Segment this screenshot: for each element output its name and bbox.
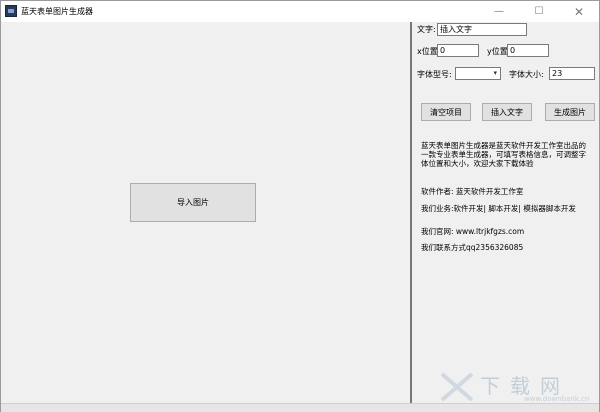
x-position-input[interactable] (437, 44, 479, 57)
watermark: 下载网 www.downbank.cn (440, 368, 596, 408)
maximize-button[interactable]: ☐ (519, 1, 559, 22)
website-info: 我们官网: www.ltrjkfgzs.com (421, 227, 525, 236)
chevron-down-icon: ▾ (493, 69, 497, 77)
minimize-button[interactable]: — (479, 1, 519, 22)
app-description: 蓝天表单图片生成器是蓝天软件开发工作室出品的一款专业表单生成器，可填写表格信息，… (421, 141, 586, 168)
x-position-label: x位置 (417, 47, 438, 56)
font-size-input[interactable] (549, 67, 595, 80)
settings-panel: 文字: x位置 y位置 字体型号: ▾ 字体大小: 清空项目 插入文字 生成图片… (413, 22, 599, 403)
text-input[interactable] (437, 23, 527, 36)
y-position-input[interactable] (507, 44, 549, 57)
business-info: 我们业务:软件开发| 脚本开发| 模拟器脚本开发 (421, 204, 576, 213)
title-bar[interactable]: 蓝天表单图片生成器 — ☐ ✕ (1, 1, 599, 22)
close-button[interactable]: ✕ (559, 1, 599, 22)
clear-items-button[interactable]: 清空项目 (421, 103, 471, 121)
app-window: 蓝天表单图片生成器 — ☐ ✕ 导入图片 文字: x位置 y位置 字体型号: ▾… (0, 0, 600, 412)
pane-divider[interactable] (410, 22, 412, 403)
watermark-url: www.downbank.cn (524, 395, 590, 403)
image-canvas-area: 导入图片 (1, 22, 409, 403)
watermark-logo-icon (440, 372, 474, 402)
insert-text-button[interactable]: 插入文字 (482, 103, 532, 121)
window-title: 蓝天表单图片生成器 (21, 7, 93, 16)
import-image-button[interactable]: 导入图片 (130, 183, 256, 222)
y-position-label: y位置 (487, 47, 508, 56)
font-type-select[interactable]: ▾ (455, 67, 501, 80)
text-label: 文字: (417, 25, 436, 34)
app-icon (5, 5, 17, 17)
author-info: 软件作者: 蓝天软件开发工作室 (421, 187, 524, 196)
font-size-label: 字体大小: (509, 70, 544, 79)
font-type-label: 字体型号: (417, 70, 452, 79)
generate-image-button[interactable]: 生成图片 (545, 103, 595, 121)
contact-info: 我们联系方式qq2356326085 (421, 243, 524, 252)
